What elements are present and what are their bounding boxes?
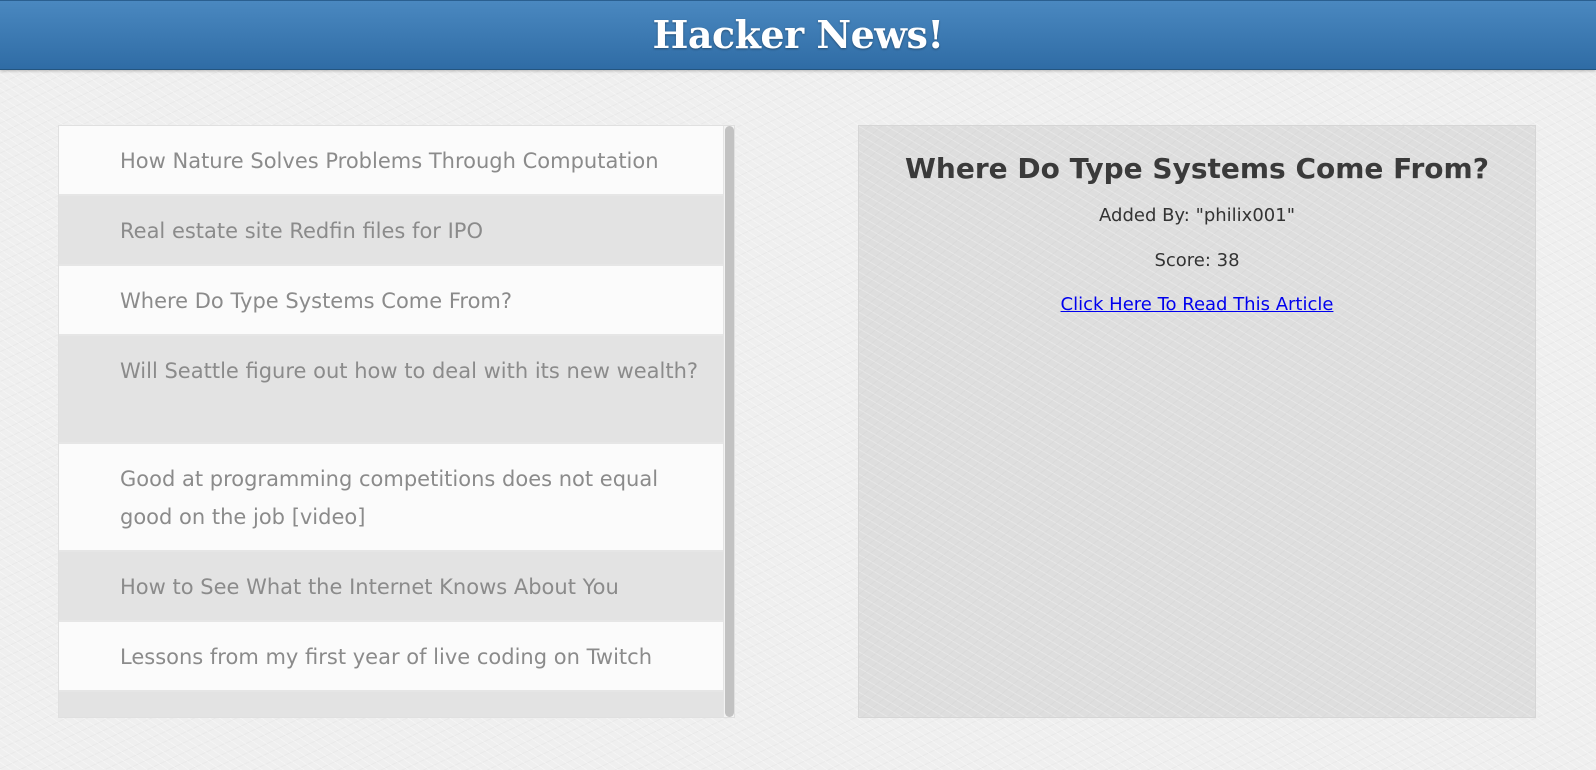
story-list-panel: How Nature Solves Problems Through Compu… — [58, 125, 735, 718]
story-item[interactable]: Lessons from my first year of live codin… — [59, 622, 725, 692]
story-detail-panel: Where Do Type Systems Come From? Added B… — [858, 125, 1536, 718]
detail-title: Where Do Type Systems Come From? — [905, 152, 1489, 185]
story-item[interactable]: How to See What the Internet Knows About… — [59, 552, 725, 622]
story-item[interactable]: Real estate site Redfin files for IPO — [59, 196, 725, 266]
story-list: How Nature Solves Problems Through Compu… — [59, 126, 725, 717]
story-item[interactable]: How Nature Solves Problems Through Compu… — [59, 126, 725, 196]
detail-score: Score: 38 — [1154, 250, 1240, 271]
story-item[interactable]: Will Seattle figure out how to deal with… — [59, 336, 725, 444]
read-article-link[interactable]: Click Here To Read This Article — [1061, 293, 1334, 317]
story-item[interactable] — [59, 692, 725, 717]
story-item[interactable]: Good at programming competitions does no… — [59, 444, 725, 552]
site-header: Hacker News! — [0, 0, 1596, 70]
site-title: Hacker News! — [652, 12, 944, 57]
scrollbar-thumb[interactable] — [725, 126, 734, 717]
story-item[interactable]: Where Do Type Systems Come From? — [59, 266, 725, 336]
story-list-scrollbar[interactable] — [723, 126, 734, 717]
detail-author: Added By: "philix001" — [1099, 205, 1295, 226]
